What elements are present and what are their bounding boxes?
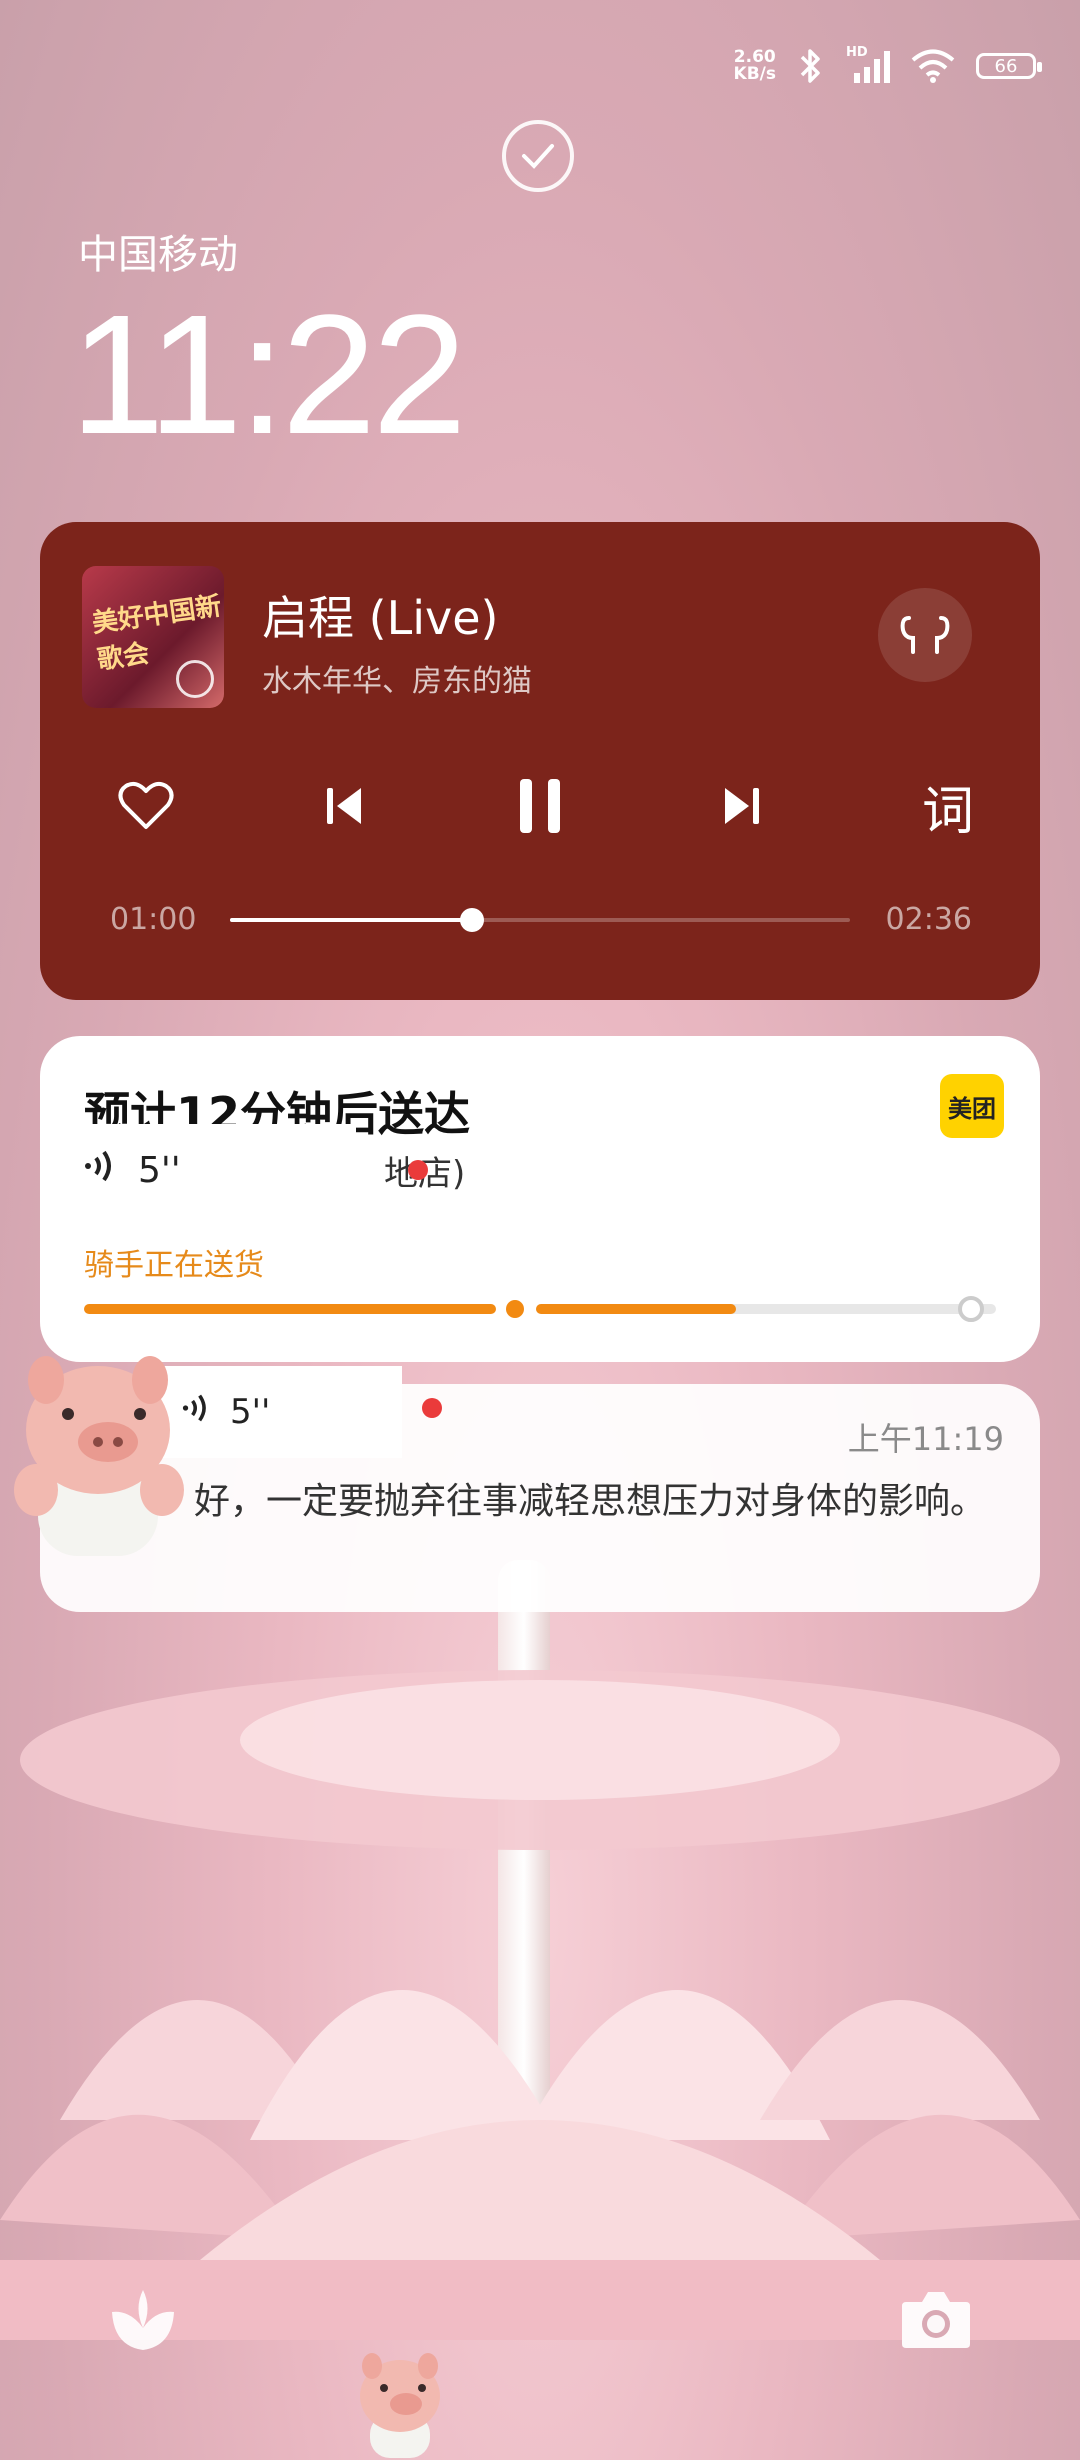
voice-wave-icon — [84, 1146, 118, 1195]
network-speed: 2.60 KB/s — [734, 49, 776, 83]
voice-message-chip-2[interactable]: 5'' — [152, 1366, 402, 1458]
lockscreen-clock: 11:22 — [70, 280, 467, 470]
voice-message-chip[interactable]: 5'' — [40, 1124, 356, 1216]
delivery-progress-segment-done — [84, 1304, 496, 1314]
delivery-status: 骑手正在送货 — [84, 1248, 264, 1283]
app-badge-icon — [176, 660, 214, 698]
theme-flower-icon[interactable] — [108, 2288, 178, 2358]
cellular-signal-icon: HD — [846, 45, 890, 83]
network-tag: HD — [846, 45, 868, 60]
battery-level: 66 — [994, 55, 1018, 77]
carrier-name: 中国移动 — [78, 232, 238, 278]
next-track-button[interactable] — [704, 768, 780, 844]
song-title: 启程 (Live) — [262, 591, 499, 645]
bluetooth-icon — [796, 47, 826, 85]
unread-dot — [408, 1160, 428, 1180]
elapsed-time: 01:00 — [110, 902, 197, 937]
seek-bar-handle[interactable] — [459, 908, 484, 932]
pig-mascot-icon — [360, 2353, 440, 2458]
seek-bar-fill — [230, 918, 472, 922]
message-time: 上午11:19 — [847, 1420, 1004, 1458]
background-lotus — [0, 1670, 1080, 2340]
wifi-icon — [910, 49, 956, 83]
battery-indicator: 66 — [976, 53, 1042, 79]
voice-duration: 5'' — [138, 1149, 181, 1191]
status-bar: 2.60 KB/s HD 66 — [734, 44, 1042, 88]
meituan-logo: 美团 — [940, 1074, 1004, 1138]
lyrics-button[interactable]: 词 — [910, 768, 986, 844]
music-player-card[interactable]: 美好中国新歌会 启程 (Live) 水木年华、房东的猫 词 01:00 02:3… — [40, 522, 1040, 1000]
delivery-progress-segment-active — [536, 1304, 736, 1314]
delivery-progress-destination — [958, 1296, 984, 1322]
pause-button[interactable] — [502, 768, 578, 844]
pig-avatar — [14, 1356, 184, 1556]
like-heart-icon[interactable] — [108, 768, 184, 844]
album-art: 美好中国新歌会 — [82, 566, 224, 708]
unlock-check-icon[interactable] — [502, 120, 574, 192]
camera-icon[interactable] — [900, 2288, 972, 2354]
previous-track-button[interactable] — [306, 768, 382, 844]
song-artist: 水木年华、房东的猫 — [262, 664, 532, 699]
seek-bar[interactable] — [230, 908, 850, 932]
earbuds-output-icon[interactable] — [878, 588, 972, 682]
unread-dot-2 — [422, 1398, 442, 1418]
network-speed-unit: KB/s — [733, 64, 776, 84]
delivery-progress-marker — [506, 1300, 524, 1318]
message-body: 好，一定要抛弃往事减轻思想压力对身体的影响。 — [194, 1481, 987, 1522]
total-duration: 02:36 — [885, 902, 972, 937]
voice-duration-2: 5'' — [230, 1392, 271, 1432]
